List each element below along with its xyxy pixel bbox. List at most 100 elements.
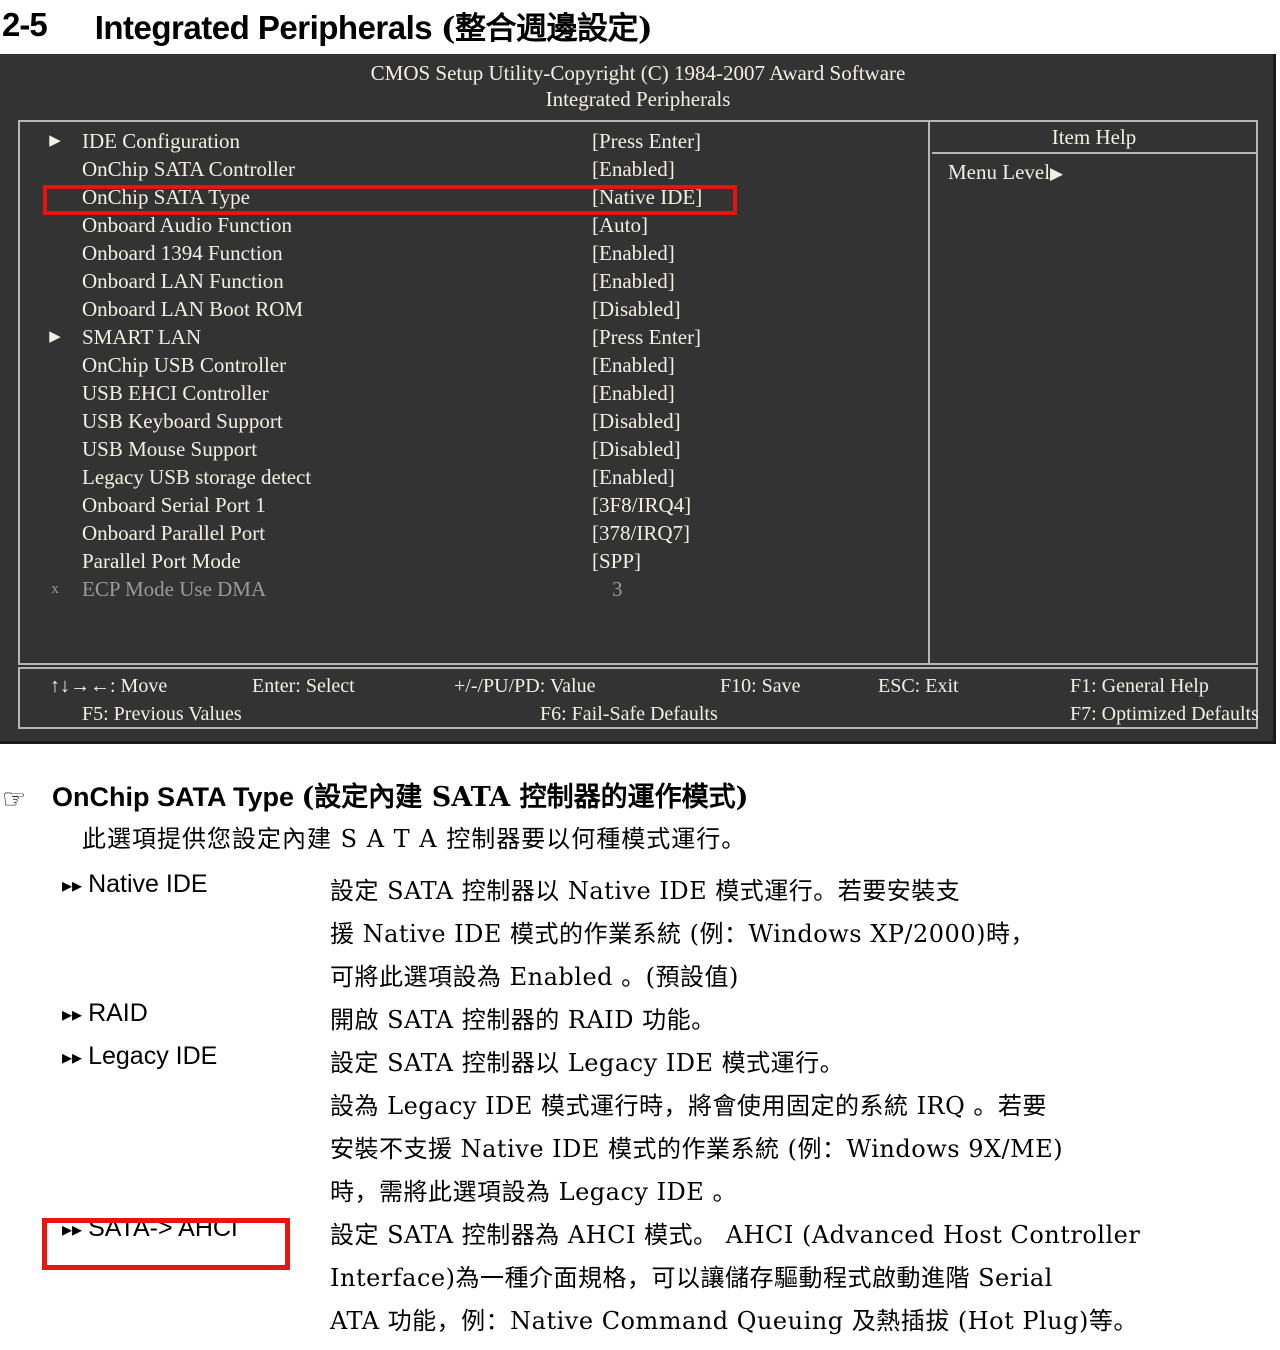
double-arrow-bullet-icon: ▸▸ — [62, 873, 83, 897]
bios-option-row[interactable]: USB EHCI Controller [Enabled] — [20, 379, 928, 407]
bios-copyright-line: CMOS Setup Utility-Copyright (C) 1984-20… — [370, 61, 906, 85]
bios-option-value[interactable]: [Disabled] — [592, 295, 681, 323]
bios-option-row[interactable]: Onboard 1394 Function [Enabled] — [20, 239, 928, 267]
page-title: Integrated Peripherals (整合週邊設定) — [94, 3, 653, 48]
explanation-line: 設定 SATA 控制器為 AHCI 模式。 AHCI (Advanced Hos… — [330, 1221, 1141, 1249]
bios-option-label: OnChip USB Controller — [82, 353, 287, 377]
bios-option-row[interactable]: Onboard Parallel Port [378/IRQ7] — [20, 519, 928, 547]
bios-option-row[interactable]: OnChip USB Controller [Enabled] — [20, 351, 928, 379]
key-legend-entry: F7: Optimized Defaults — [1070, 703, 1259, 725]
bios-option-label: Onboard Parallel Port — [82, 521, 266, 545]
explanation-option-name-chinese: (設定內建 SATA 控制器的運作模式) — [301, 782, 749, 813]
bios-option-row[interactable]: OnChip SATA Controller [Enabled] — [20, 155, 928, 183]
explanation-item-description: 開啟 SATA 控制器的 RAID 功能。 — [330, 999, 1280, 1042]
explanation-line: 安裝不支援 Native IDE 模式的作業系統 (例：Windows 9X/M… — [330, 1135, 1064, 1163]
explanation-item-description: 設定 SATA 控制器以 Legacy IDE 模式運行。設為 Legacy I… — [330, 1042, 1280, 1214]
bios-option-row[interactable]: Onboard LAN Function [Enabled] — [20, 267, 928, 295]
explanation-intro: 此選項提供您設定內建 S A T A 控制器要以何種模式運行。 — [82, 825, 747, 853]
explanation-line: ATA 功能，例：Native Command Queuing 及熱插拔 (Ho… — [330, 1307, 1138, 1335]
bios-option-label: Onboard LAN Boot ROM — [82, 297, 304, 321]
explanation-item-term-label: Legacy IDE — [88, 1042, 218, 1070]
explanation-line: 設定 SATA 控制器以 Legacy IDE 模式運行。 — [330, 1049, 845, 1077]
double-arrow-bullet-icon: ▸▸ — [62, 1002, 83, 1026]
key-legend-entry: +/-/PU/PD: Value — [454, 675, 596, 697]
bios-option-row[interactable]: USB Keyboard Support [Disabled] — [20, 407, 928, 435]
bios-option-label: OnChip SATA Type — [82, 185, 250, 209]
bios-option-value[interactable]: [Press Enter] — [592, 127, 701, 155]
bios-option-value[interactable]: [Press Enter] — [592, 323, 701, 351]
bios-option-value[interactable]: [Enabled] — [592, 155, 675, 183]
bios-option-value[interactable]: [SPP] — [592, 547, 641, 575]
explanation-item-description: 設定 SATA 控制器為 AHCI 模式。 AHCI (Advanced Hos… — [330, 1214, 1280, 1343]
bios-option-value[interactable]: [Enabled] — [592, 267, 675, 295]
page-heading: 2-5 Integrated Peripherals (整合週邊設定) — [0, 0, 1280, 50]
bios-title-block: CMOS Setup Utility-Copyright (C) 1984-20… — [0, 60, 1276, 112]
bios-body: ▶ IDE Configuration [Press Enter] OnChip SA… — [18, 120, 1258, 665]
pointing-hand-icon: ☞ — [2, 784, 27, 815]
double-arrow-bullet-icon: ▸▸ — [62, 1045, 83, 1069]
bios-option-label: USB EHCI Controller — [82, 381, 269, 405]
bios-option-value[interactable]: [Enabled] — [592, 463, 675, 491]
bios-option-row[interactable]: Onboard LAN Boot ROM [Disabled] — [20, 295, 928, 323]
bios-option-value[interactable]: [Auto] — [592, 211, 648, 239]
bios-setup-window: CMOS Setup Utility-Copyright (C) 1984-20… — [0, 54, 1276, 744]
bios-option-row[interactable]: USB Mouse Support [Disabled] — [20, 435, 928, 463]
explanation-item-term-label: Native IDE — [88, 870, 208, 898]
bios-option-label: SMART LAN — [82, 325, 202, 349]
bios-option-row[interactable]: Onboard Audio Function [Auto] — [20, 211, 928, 239]
bios-option-value[interactable]: [Enabled] — [592, 239, 675, 267]
bios-option-value[interactable]: [3F8/IRQ4] — [592, 491, 691, 519]
explanation-line: 援 Native IDE 模式的作業系統 (例：Windows XP/2000)… — [330, 920, 1035, 948]
explanation-option-name: OnChip SATA Type — [52, 782, 294, 812]
bios-option-label: USB Keyboard Support — [82, 409, 283, 433]
submenu-arrow-icon: ▶ — [49, 133, 61, 149]
bios-option-label: Onboard 1394 Function — [82, 241, 283, 265]
disabled-marker-icon: x — [51, 581, 59, 597]
bios-option-label: ECP Mode Use DMA — [82, 577, 267, 601]
key-legend-entry: Enter: Select — [252, 675, 355, 697]
explanation-line: 設為 Legacy IDE 模式運行時，將會使用固定的系統 IRQ 。若要 — [330, 1092, 1047, 1120]
bios-option-label: Onboard LAN Function — [82, 269, 284, 293]
key-legend-entry: F6: Fail-Safe Defaults — [540, 703, 718, 725]
bios-option-label: Onboard Serial Port 1 — [82, 493, 266, 517]
bios-option-label: Legacy USB storage detect — [82, 465, 312, 489]
explanation-line: 可將此選項設為 Enabled 。(預設值) — [330, 963, 739, 991]
bios-option-label: OnChip SATA Controller — [82, 157, 295, 181]
bios-option-row[interactable]: OnChip SATA Type [Native IDE] — [20, 183, 928, 211]
explanation-line: Interface)為一種介面規格，可以讓儲存驅動程式啟動進階 Serial — [330, 1264, 1053, 1292]
menu-level-arrow-icon: ▶ — [1050, 164, 1064, 183]
section-number: 2-5 — [2, 6, 48, 43]
key-legend-entry: F5: Previous Values — [82, 703, 242, 725]
bios-option-value[interactable]: [Native IDE] — [592, 183, 702, 211]
bios-option-row[interactable]: ▶ SMART LAN [Press Enter] — [20, 323, 928, 351]
bios-option-value[interactable]: [Disabled] — [592, 435, 681, 463]
bios-option-row[interactable]: ▶ IDE Configuration [Press Enter] — [20, 127, 928, 155]
page-title-english: Integrated Peripherals — [94, 8, 433, 46]
bios-option-label: Onboard Audio Function — [82, 213, 292, 237]
bios-option-value[interactable]: [Enabled] — [592, 351, 675, 379]
explanation-item-term-label: SATA-> AHCI — [88, 1214, 238, 1242]
item-help-body: Menu Level▶ — [932, 154, 1256, 188]
explanation-item-term: ▸▸ RAID — [62, 999, 148, 1028]
bios-option-row[interactable]: Parallel Port Mode [SPP] — [20, 547, 928, 575]
bios-option-row[interactable]: Legacy USB storage detect [Enabled] — [20, 463, 928, 491]
submenu-arrow-icon: ▶ — [49, 329, 61, 345]
menu-level-label: Menu Level — [948, 160, 1051, 184]
bios-option-value[interactable]: 3 — [612, 575, 623, 603]
key-legend-entry: F10: Save — [720, 675, 801, 697]
explanation-heading: OnChip SATA Type (設定內建 SATA 控制器的運作模式) — [52, 775, 748, 814]
explanation-line: 開啟 SATA 控制器的 RAID 功能。 — [330, 1006, 716, 1034]
key-legend-entry: ESC: Exit — [878, 675, 959, 697]
bios-screen-name: Integrated Peripherals — [545, 87, 731, 111]
bios-option-value[interactable]: [Enabled] — [592, 379, 675, 407]
key-legend-row-1: ↑↓→←: Move Enter: Select +/-/PU/PD: Value F… — [20, 672, 1256, 700]
bios-option-label: IDE Configuration — [82, 129, 241, 153]
bios-option-row[interactable]: x ECP Mode Use DMA 3 — [20, 575, 928, 603]
key-legend-entry: F1: General Help — [1070, 675, 1209, 697]
bios-option-row[interactable]: Onboard Serial Port 1 [3F8/IRQ4] — [20, 491, 928, 519]
bios-option-value[interactable]: [378/IRQ7] — [592, 519, 690, 547]
explanation-item-term: ▸▸ SATA-> AHCI — [62, 1214, 238, 1243]
key-legend-row-2: F5: Previous Values F6: Fail-Safe Default… — [20, 700, 1259, 728]
bios-option-value[interactable]: [Disabled] — [592, 407, 681, 435]
explanation-item-term: ▸▸ Legacy IDE — [62, 1042, 217, 1071]
